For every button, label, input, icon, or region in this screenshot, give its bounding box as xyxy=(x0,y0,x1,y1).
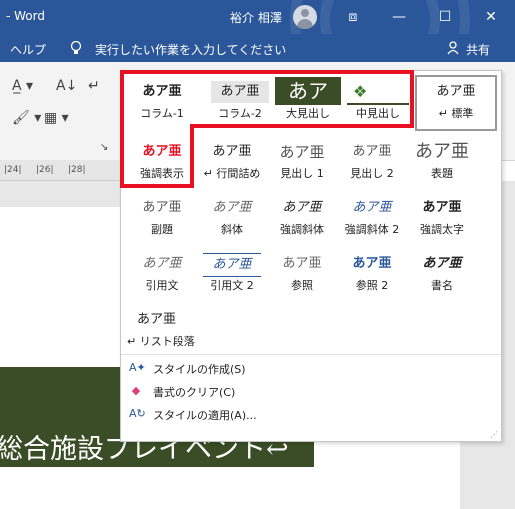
change-case-icon[interactable]: A̲ ▾ xyxy=(12,78,33,94)
style-name: 引用文 xyxy=(145,279,179,292)
window-title: - Word xyxy=(6,9,45,23)
shading-icon[interactable]: 🖌 ▾ xyxy=(12,110,41,126)
close-icon: ✕ xyxy=(485,9,497,25)
ruler-tick: |28| xyxy=(68,165,86,175)
minimize-icon: — xyxy=(392,9,406,25)
clear-format-label: 書式のクリア(C) xyxy=(153,386,236,399)
user-name[interactable]: 裕介 相澤 xyxy=(230,9,282,26)
title-bar: - Word 裕介 相澤 ⧈ — ☐ ✕ xyxy=(0,0,515,110)
resize-grip-icon[interactable]: ⋰ xyxy=(490,430,498,439)
show-marks-icon[interactable]: ↵ xyxy=(88,78,100,94)
ribbon-display-options-button[interactable]: ⧈ xyxy=(330,0,376,34)
style-quote[interactable]: あア亜 引用文 xyxy=(127,245,197,303)
style-book-title[interactable]: あア亜 書名 xyxy=(407,245,477,303)
lightbulb-icon xyxy=(70,41,82,54)
style-preview: あア亜 xyxy=(212,200,252,215)
dialog-launcher-icon[interactable]: ↘ xyxy=(100,142,108,153)
style-intense-reference[interactable]: あア亜 参照 2 xyxy=(337,245,407,303)
style-preview: あア亜 xyxy=(352,256,392,271)
maximize-button[interactable]: ☐ xyxy=(422,0,468,34)
style-name: 斜体 xyxy=(221,223,243,236)
style-preview: あア亜 xyxy=(203,253,261,277)
highlight-outline xyxy=(120,70,414,188)
style-intense-italic-2[interactable]: あア亜 強調斜体 2 xyxy=(337,189,407,247)
style-name: 副題 xyxy=(151,223,173,236)
style-normal[interactable]: あア亜 ↵ 標準 xyxy=(421,73,491,131)
style-preview: あア亜 xyxy=(142,200,182,215)
style-intense-italic[interactable]: あア亜 強調斜体 xyxy=(267,189,337,247)
apply-style-label: スタイルの適用(A)... xyxy=(153,409,257,422)
style-name: ↵ リスト段落 xyxy=(127,335,195,348)
style-name: 書名 xyxy=(431,279,453,292)
share-person-icon xyxy=(447,41,459,55)
menu-bar: ヘルプ 実行したい作業を入力してください 共有 xyxy=(0,34,515,62)
style-preview: あア亜 xyxy=(142,256,182,271)
clear-formatting-command[interactable]: ◆ 書式のクリア(C) xyxy=(129,381,489,403)
gallery-separator xyxy=(121,354,501,355)
tell-me-input[interactable]: 実行したい作業を入力してください xyxy=(95,41,286,58)
style-name: 強調太字 xyxy=(420,223,464,236)
style-preview: あア亜 xyxy=(436,84,476,99)
style-name: 強調斜体 2 xyxy=(344,223,400,236)
close-button[interactable]: ✕ xyxy=(468,0,514,34)
horizontal-ruler: |24| |26| |28| xyxy=(0,160,130,181)
style-italic[interactable]: あア亜 斜体 xyxy=(197,189,267,247)
style-intense-quote[interactable]: あア亜 引用文 2 xyxy=(197,245,267,303)
create-style-icon: A✦ xyxy=(129,361,146,374)
borders-icon[interactable]: ▦ ▾ xyxy=(44,110,69,126)
style-preview: あア亜 xyxy=(422,200,462,215)
style-strong[interactable]: あア亜 強調太字 xyxy=(407,189,477,247)
minimize-button[interactable]: — xyxy=(376,0,422,34)
create-style-label: スタイルの作成(S) xyxy=(153,363,246,376)
style-name: ↵ 標準 xyxy=(438,107,474,120)
style-preview: あア亜 xyxy=(352,200,392,215)
style-name: 強調斜体 xyxy=(280,223,324,236)
tab-help[interactable]: ヘルプ xyxy=(10,41,46,58)
style-subtitle[interactable]: あア亜 副題 xyxy=(127,189,197,247)
ruler-tick: |26| xyxy=(36,165,54,175)
style-preview: あア亜 xyxy=(422,256,462,271)
share-button[interactable]: 共有 xyxy=(466,41,490,58)
ruler-tick: |24| xyxy=(4,165,22,175)
clear-format-icon: ◆ xyxy=(131,384,141,397)
maximize-icon: ☐ xyxy=(438,9,452,25)
style-name: 参照 2 xyxy=(355,279,389,292)
sort-icon[interactable]: A↓ xyxy=(56,78,77,94)
style-preview: あア亜 xyxy=(282,200,322,215)
style-preview: あア亜 xyxy=(137,312,177,327)
create-style-command[interactable]: A✦ スタイルの作成(S) xyxy=(129,358,489,380)
style-name: 引用文 2 xyxy=(210,279,254,292)
apply-style-icon: A↻ xyxy=(129,407,146,420)
avatar[interactable] xyxy=(293,5,317,29)
style-preview: あア亜 xyxy=(282,256,322,271)
apply-styles-command[interactable]: A↻ スタイルの適用(A)... xyxy=(129,404,489,426)
style-list-paragraph[interactable]: あア亜 ↵ リスト段落 xyxy=(127,301,207,359)
style-reference[interactable]: あア亜 参照 xyxy=(267,245,337,303)
style-name: 参照 xyxy=(291,279,313,292)
ribbon-display-icon: ⧈ xyxy=(348,9,358,25)
